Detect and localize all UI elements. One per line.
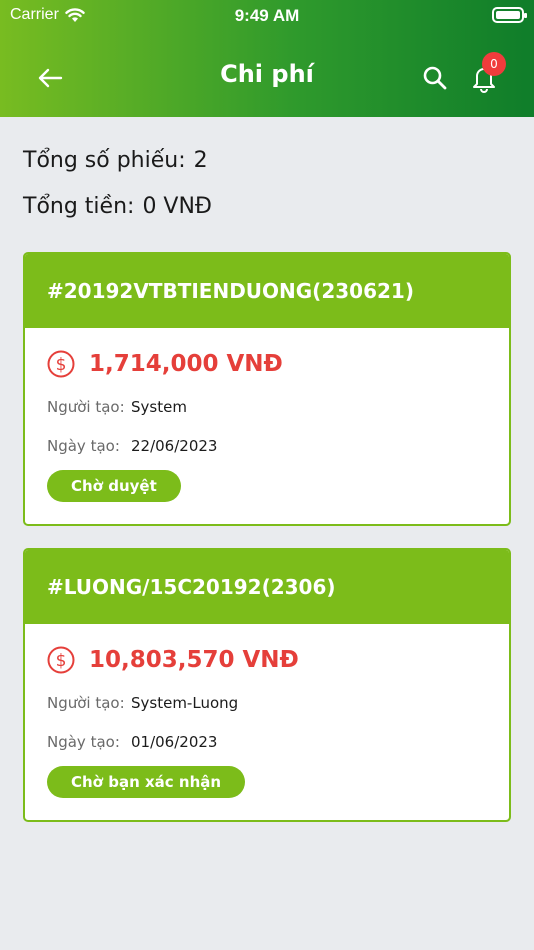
total-tickets-value: 2 — [193, 148, 208, 173]
amount-row: $ 10,803,570 VNĐ — [47, 644, 487, 676]
total-tickets-label: Tổng số phiếu: — [23, 148, 186, 173]
amount-row: $ 1,714,000 VNĐ — [47, 348, 487, 380]
svg-text:$: $ — [56, 651, 67, 671]
svg-text:$: $ — [56, 355, 67, 375]
expense-amount: 1,714,000 VNĐ — [89, 351, 283, 377]
date-value: 22/06/2023 — [131, 437, 218, 455]
creator-row: Người tạo: System-Luong — [47, 691, 487, 715]
creator-value: System-Luong — [131, 694, 239, 712]
expense-code: #LUONG/15C20192(2306) — [25, 550, 509, 624]
total-money: Tổng tiền: 0 VNĐ — [23, 194, 212, 219]
total-money-value: 0 VNĐ — [142, 194, 212, 219]
notification-badge: 0 — [482, 52, 506, 76]
date-row: Ngày tạo: 22/06/2023 — [47, 434, 487, 458]
expense-card-body: $ 10,803,570 VNĐ Người tạo: System-Luong… — [25, 624, 509, 820]
date-label: Ngày tạo: — [47, 733, 120, 751]
total-tickets: Tổng số phiếu: 2 — [23, 148, 208, 173]
status-time: 9:49 AM — [234, 6, 300, 25]
date-label: Ngày tạo: — [47, 437, 120, 455]
dollar-coin-icon: $ — [47, 350, 75, 378]
expense-amount: 10,803,570 VNĐ — [89, 647, 299, 673]
date-value: 01/06/2023 — [131, 733, 218, 751]
date-row: Ngày tạo: 01/06/2023 — [47, 730, 487, 754]
expense-code: #20192VTBTIENDUONG(230621) — [25, 254, 509, 328]
creator-row: Người tạo: System — [47, 395, 487, 419]
creator-label: Người tạo: — [47, 694, 125, 712]
search-icon[interactable] — [421, 64, 449, 92]
status-badge: Chờ duyệt — [47, 470, 181, 502]
creator-label: Người tạo: — [47, 398, 125, 416]
creator-value: System — [131, 398, 187, 416]
expense-card[interactable]: #LUONG/15C20192(2306) $ 10,803,570 VNĐ N… — [23, 548, 511, 822]
app-header: Carrier 9:49 AM Chi phí 0 — [0, 0, 534, 117]
status-badge: Chờ bạn xác nhận — [47, 766, 246, 798]
status-bar: Carrier 9:49 AM — [0, 0, 534, 32]
dollar-coin-icon: $ — [47, 646, 75, 674]
battery-icon — [492, 7, 527, 23]
expense-card[interactable]: #20192VTBTIENDUONG(230621) $ 1,714,000 V… — [23, 252, 511, 526]
page-title: Chi phí — [220, 60, 314, 88]
total-money-label: Tổng tiền: — [23, 194, 135, 219]
expense-card-body: $ 1,714,000 VNĐ Người tạo: System Ngày t… — [25, 328, 509, 524]
